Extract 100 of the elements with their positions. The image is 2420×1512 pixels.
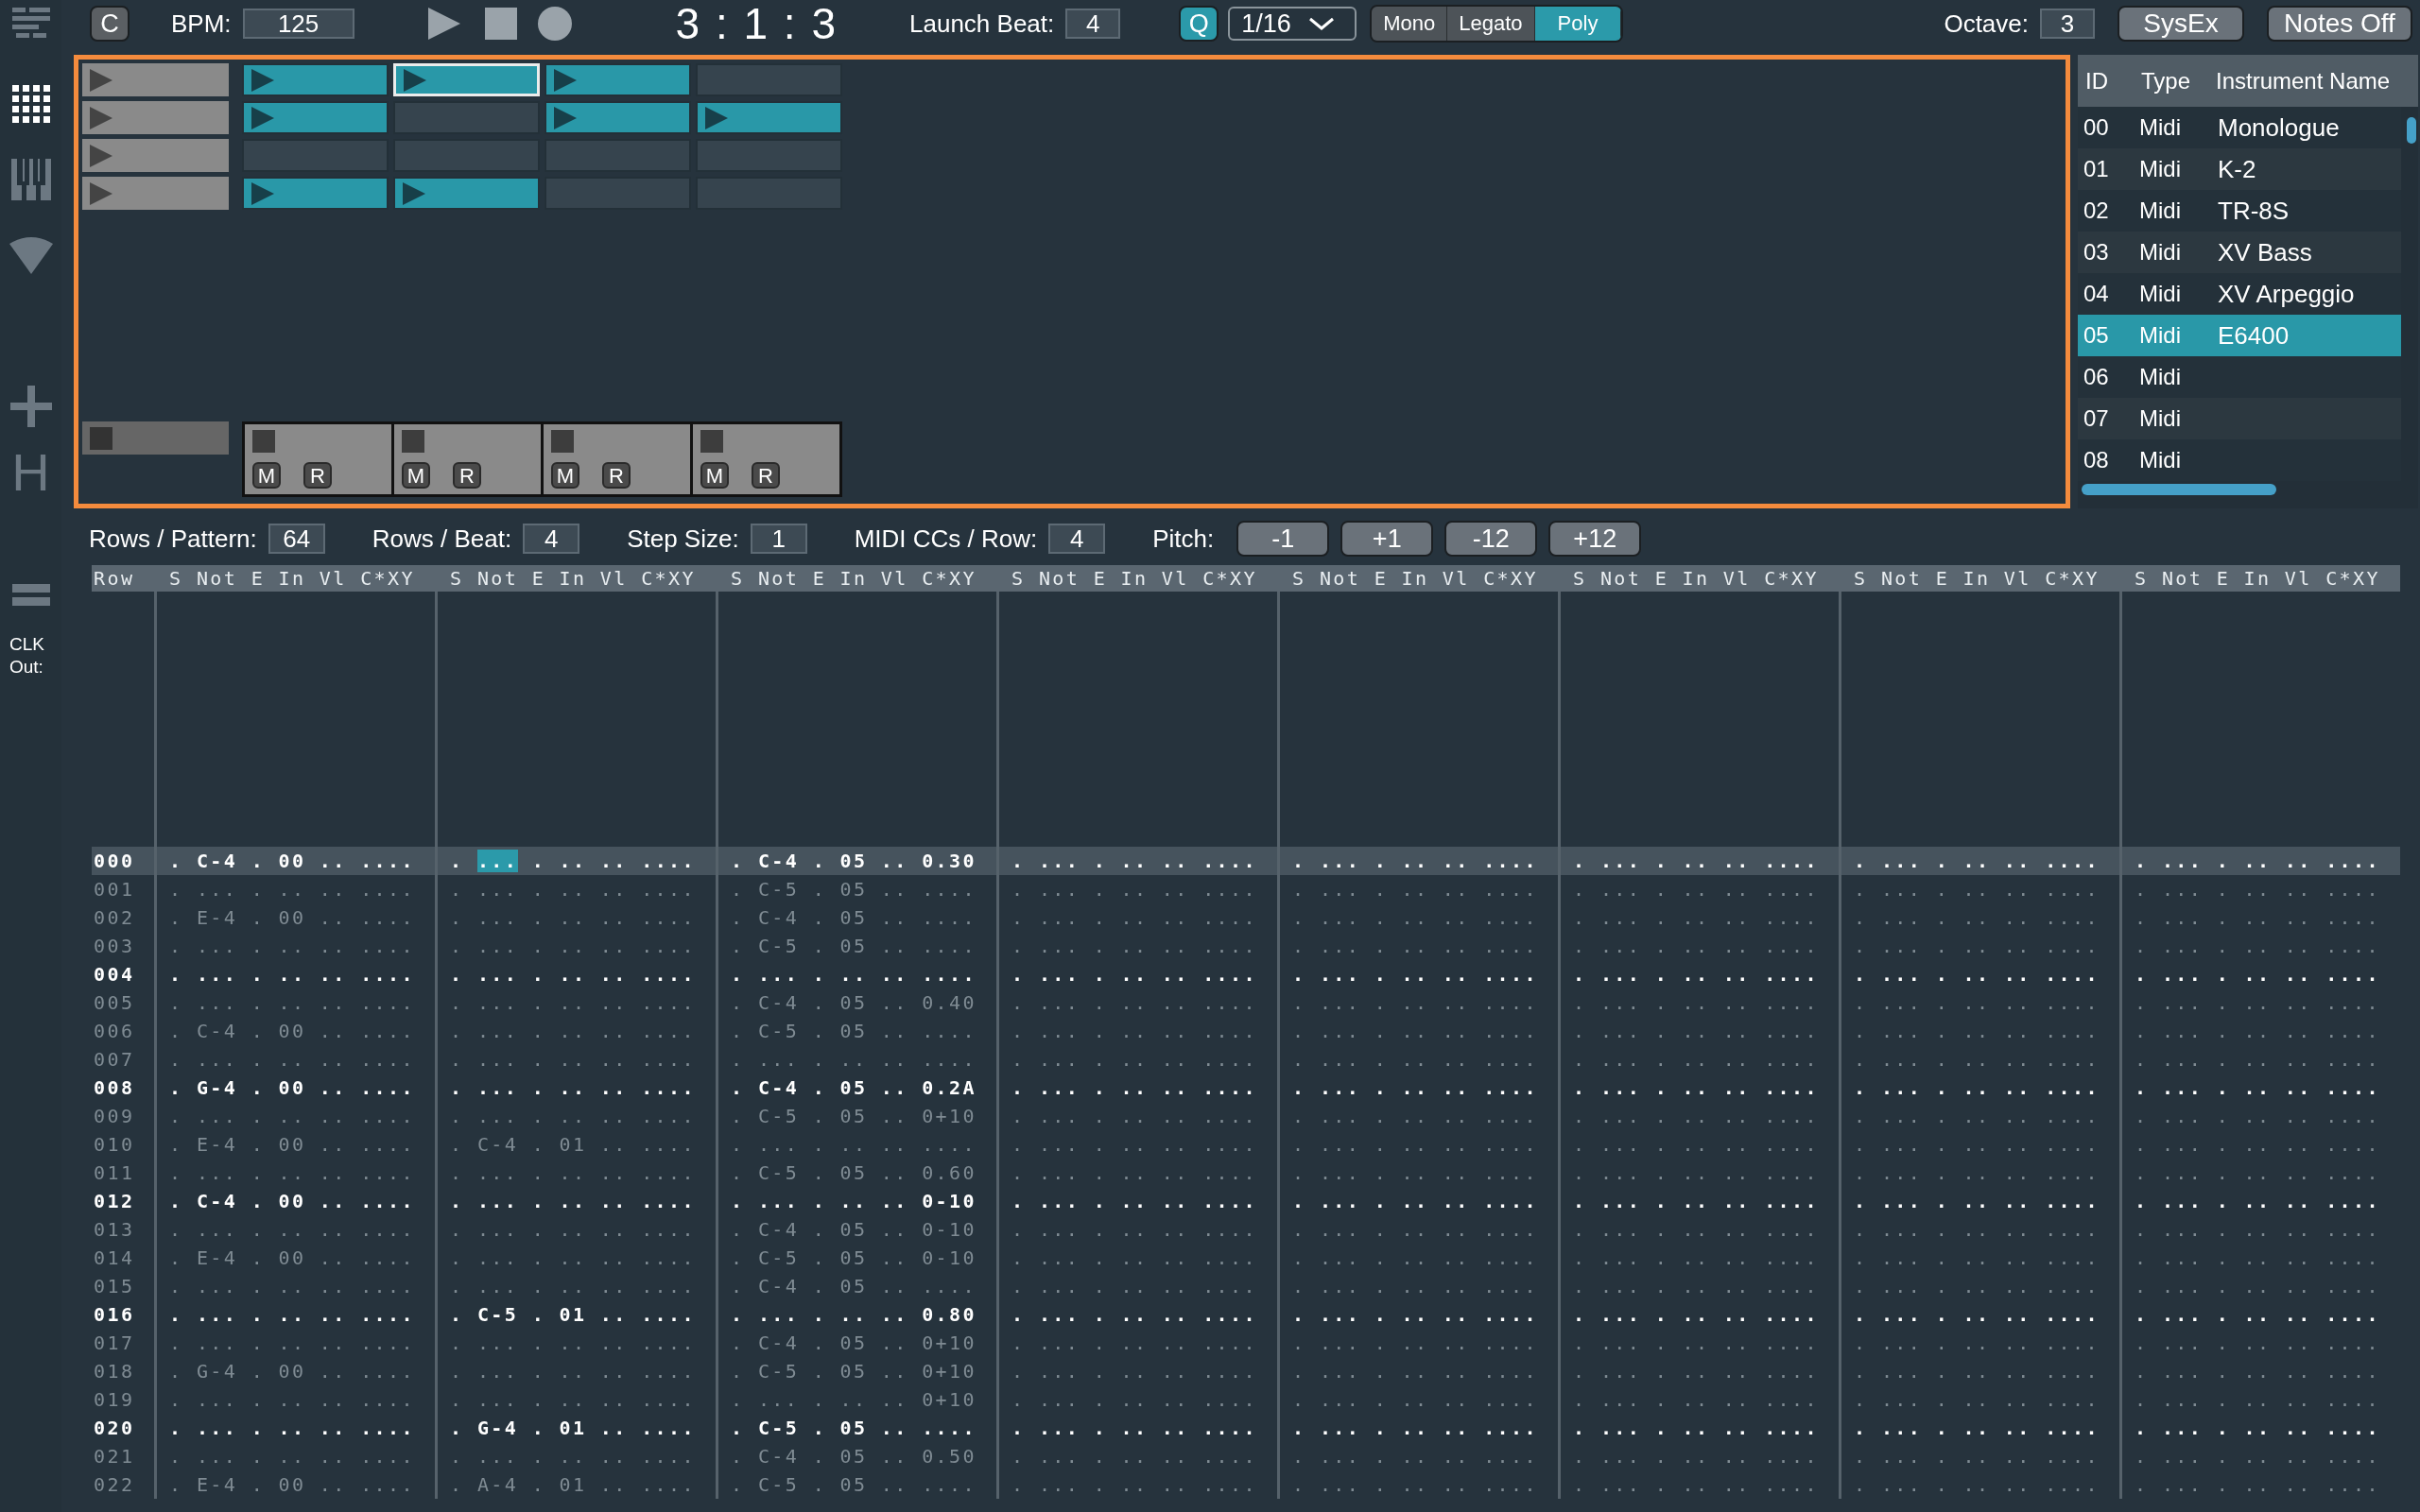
- pattern-cell-text: . ... . .. .. ....: [2134, 1472, 2381, 1498]
- quantize-dropdown[interactable]: 1/16: [1228, 7, 1357, 41]
- instrument-row[interactable]: 07 Midi: [2078, 398, 2401, 439]
- clip-slot[interactable]: [544, 63, 691, 96]
- column-header[interactable]: Instrument Name: [2208, 55, 2418, 107]
- piano-icon[interactable]: [10, 159, 51, 200]
- row-number: 021: [93, 1444, 136, 1469]
- pattern-cell-text: . ... . .. .. ....: [1853, 1246, 2100, 1271]
- scrollbar-thumb[interactable]: [2407, 117, 2416, 144]
- column-header[interactable]: ID: [2078, 55, 2131, 107]
- row-number: 010: [93, 1132, 136, 1158]
- mute-button[interactable]: M: [402, 462, 430, 489]
- pattern-cell-text: . ... . .. .. ....: [1853, 1160, 2100, 1186]
- cone-icon[interactable]: [9, 236, 53, 274]
- setting-label: Rows / Beat:: [372, 524, 512, 554]
- pattern-cell-text: . C-5 . 05 .. ....: [730, 1019, 977, 1044]
- pattern-cell-text: . ... . .. .. ....: [1853, 1359, 2100, 1384]
- table-cell-text: XV Arpeggio: [2217, 278, 2356, 310]
- pattern-cell-text: . ... . .. .. ....: [168, 990, 416, 1016]
- column-header: S Not E In Vl C*XY: [168, 567, 416, 590]
- pitch-button[interactable]: -12: [1444, 521, 1538, 557]
- row-number: 015: [93, 1274, 136, 1299]
- pitch-button[interactable]: -1: [1236, 521, 1330, 557]
- pattern-cell-text: . C-5 . 05 .. 0+10: [730, 1359, 977, 1384]
- pattern-cell-text: . ... . .. .. ....: [1291, 877, 1539, 902]
- clear-button[interactable]: C: [90, 6, 130, 42]
- pattern-cell-text: . ... . .. .. ....: [1291, 1217, 1539, 1243]
- scene-launch-button[interactable]: [82, 101, 229, 134]
- pattern-cell-text: . ... . .. .. ....: [168, 1047, 416, 1073]
- table-cell-text: 04: [2083, 280, 2110, 308]
- pattern-cell-text: . ... . .. .. ....: [2134, 1019, 2381, 1044]
- mode-button[interactable]: Legato: [1447, 7, 1535, 41]
- pattern-cell-text: . ... . .. .. ....: [1011, 1075, 1258, 1101]
- record-arm-button[interactable]: R: [602, 462, 631, 489]
- song-position: 3 : 1 : 3: [675, 0, 838, 49]
- pattern-cell-text: . ... . .. .. ....: [1572, 1444, 1820, 1469]
- sysex-button[interactable]: SysEx: [2118, 6, 2244, 42]
- clip-slot[interactable]: [242, 177, 389, 210]
- mute-button[interactable]: M: [252, 462, 281, 489]
- list-icon[interactable]: [11, 8, 50, 40]
- instrument-row[interactable]: 01 Midi K-2: [2078, 148, 2401, 190]
- scrollbar-thumb[interactable]: [2082, 484, 2276, 495]
- pattern-cell-text: . ... . .. .. ....: [449, 990, 697, 1016]
- pattern-cell: . ... . .. .. ....: [999, 847, 1277, 875]
- mute-button[interactable]: M: [551, 462, 579, 489]
- pattern-cell-text: . ... . .. .. ....: [168, 1444, 416, 1469]
- pattern-cell-text: . ... . .. .. ....: [1011, 962, 1258, 988]
- play-icon[interactable]: [425, 6, 462, 42]
- scene-launch-button[interactable]: [82, 139, 229, 172]
- launch-beat-field[interactable]: 4: [1065, 9, 1121, 39]
- setting-field[interactable]: 64: [268, 524, 325, 554]
- pitch-button[interactable]: +1: [1340, 521, 1434, 557]
- pattern-cell-text: . E-4 . 00 .. ....: [168, 1246, 416, 1271]
- clip-slot[interactable]: [242, 101, 389, 134]
- pattern-cell-text: . C-4 . 05 .. 0+10: [730, 1331, 977, 1356]
- pattern-cell-text: . ... . .. .. ....: [1291, 1444, 1539, 1469]
- stop-icon[interactable]: [484, 8, 517, 40]
- setting-field[interactable]: 4: [1048, 524, 1106, 554]
- setting-field[interactable]: 4: [523, 524, 580, 554]
- pattern-cell-text: . ... . .. .. ....: [1853, 1387, 2100, 1413]
- scene-launch-button[interactable]: [82, 63, 229, 96]
- pattern-cell-text: . ... . .. .. ....: [2134, 934, 2381, 959]
- scene-launch-button[interactable]: [82, 177, 229, 210]
- record-arm-button[interactable]: R: [752, 462, 780, 489]
- pattern-cell-text: . ... . .. .. ....: [1572, 1104, 1820, 1129]
- pattern-cell-text: . ... . .. .. ....: [1853, 1444, 2100, 1469]
- record-icon[interactable]: [537, 7, 572, 41]
- clip-slot[interactable]: [393, 177, 540, 210]
- add-icon[interactable]: [9, 386, 52, 427]
- setting-field[interactable]: 1: [750, 524, 807, 554]
- pattern-cell-text: . C-5 . 01 .. ....: [449, 1302, 697, 1328]
- play-icon: [554, 106, 577, 129]
- instrument-row[interactable]: 03 Midi XV Bass: [2078, 232, 2401, 273]
- pattern-cell-text: . ... . .. .. ....: [1011, 1472, 1258, 1498]
- mute-button[interactable]: M: [700, 462, 729, 489]
- record-arm-button[interactable]: R: [303, 462, 332, 489]
- column-header[interactable]: Type: [2134, 55, 2205, 107]
- clip-slot[interactable]: [544, 101, 691, 134]
- table-cell-text: 06: [2083, 363, 2110, 391]
- table-cell-text: 05: [2083, 321, 2110, 350]
- pattern-cell: . C-4 . 00 .. ....: [157, 847, 435, 875]
- play-icon: [554, 68, 577, 92]
- double-bar-icon[interactable]: [11, 584, 50, 607]
- pitch-button[interactable]: +12: [1548, 521, 1642, 557]
- row-number: 008: [93, 1075, 136, 1101]
- octave-field[interactable]: 3: [2040, 9, 2095, 39]
- pattern-cell-text: . ... . .. .. ....: [1011, 877, 1258, 902]
- stop-all-button[interactable]: [82, 421, 229, 455]
- notes-off-button[interactable]: Notes Off: [2267, 6, 2412, 42]
- mode-button[interactable]: Mono: [1372, 7, 1448, 41]
- record-arm-button[interactable]: R: [453, 462, 481, 489]
- bpm-field[interactable]: 125: [242, 9, 354, 39]
- row-number: 012: [93, 1189, 136, 1214]
- pattern-cell-text: . ... . .. .. ....: [1011, 1444, 1258, 1469]
- clip-slot[interactable]: [242, 63, 389, 96]
- octave-label: Octave:: [1944, 9, 2029, 39]
- table-cell-text: 08: [2083, 446, 2110, 474]
- table-cell-text: K-2: [2217, 153, 2257, 185]
- clip-slot[interactable]: [696, 101, 842, 134]
- grid-icon[interactable]: [11, 85, 50, 123]
